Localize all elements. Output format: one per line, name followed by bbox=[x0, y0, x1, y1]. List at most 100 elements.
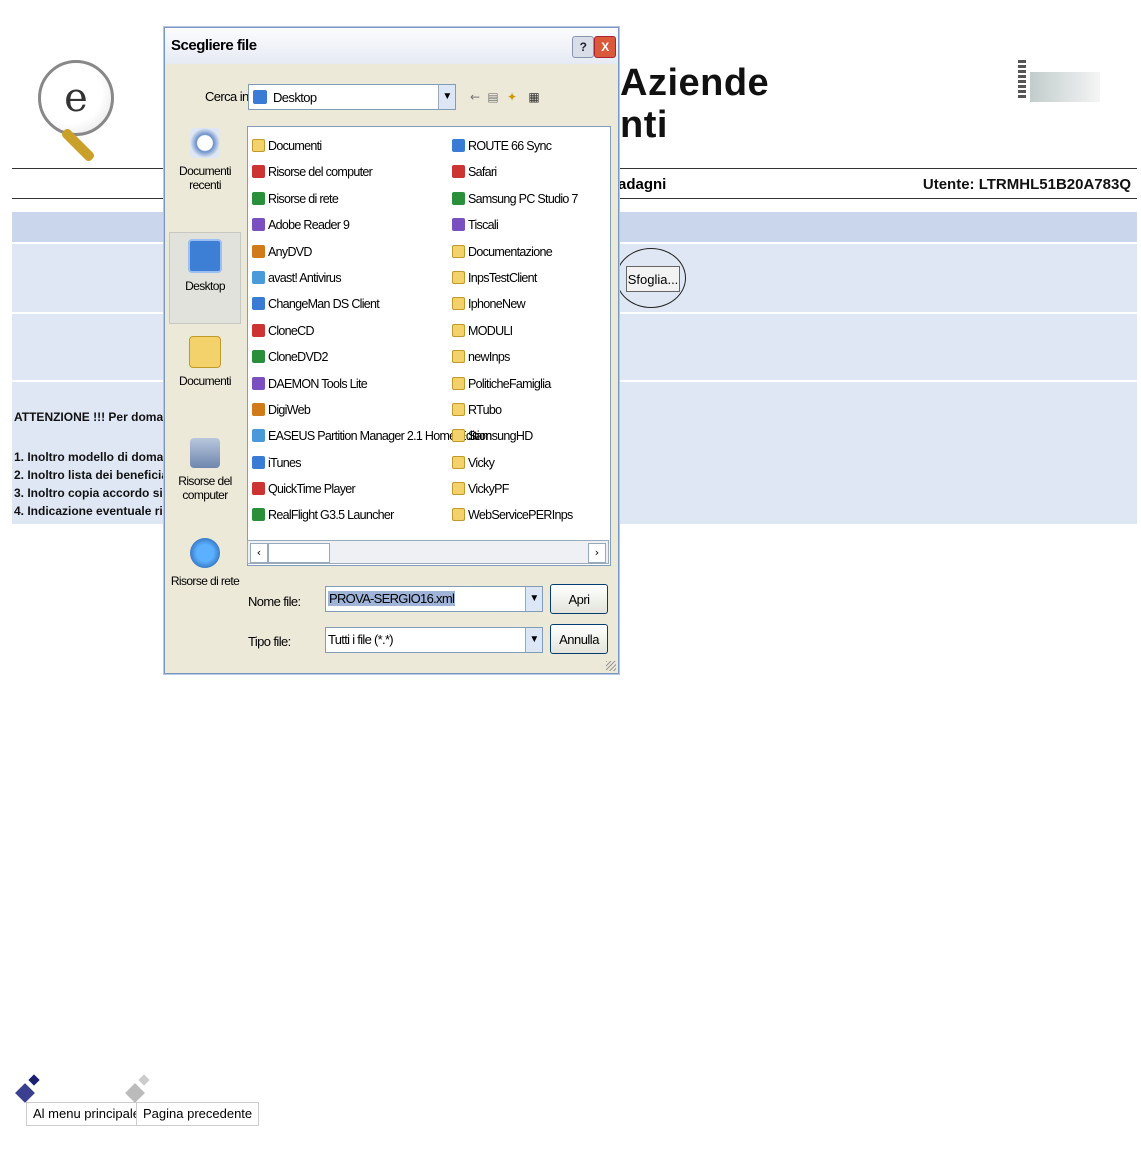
file-item[interactable]: Tiscali bbox=[452, 212, 602, 238]
file-item[interactable]: ROUTE 66 Sync bbox=[452, 133, 602, 159]
resize-grip-icon[interactable] bbox=[606, 661, 616, 671]
application-icon bbox=[252, 508, 265, 522]
file-item-label: InpsTestClient bbox=[468, 270, 537, 285]
documents-folder-icon bbox=[189, 336, 221, 368]
file-item[interactable]: CloneCD bbox=[252, 318, 452, 344]
place-network[interactable]: Risorse di rete bbox=[169, 538, 241, 588]
file-item-label: RTubo bbox=[468, 402, 502, 417]
file-item[interactable]: Samsung PC Studio 7 bbox=[452, 186, 602, 212]
file-item-label: Vicky bbox=[468, 455, 495, 470]
folder-icon bbox=[452, 402, 465, 416]
file-item-label: ROUTE 66 Sync bbox=[468, 139, 552, 153]
file-item[interactable]: avast! Antivirus bbox=[252, 265, 452, 291]
file-item-label: DAEMON Tools Lite bbox=[268, 376, 368, 391]
file-item-label: IphoneNew bbox=[468, 297, 526, 312]
file-item[interactable]: CloneDVD2 bbox=[252, 344, 452, 370]
file-item[interactable]: InpsTestClient bbox=[452, 265, 602, 291]
chevron-down-icon[interactable]: ▼ bbox=[525, 587, 542, 611]
scroll-left-icon[interactable]: ‹ bbox=[250, 543, 268, 563]
file-item-label: iTunes bbox=[268, 455, 302, 470]
close-button[interactable]: X bbox=[594, 36, 616, 58]
file-name-field[interactable]: PROVA-SERGIO16.xml ▼ bbox=[325, 586, 543, 612]
file-type-label: Tipo file: bbox=[248, 634, 291, 649]
page-title: Aziende nti bbox=[620, 62, 769, 146]
file-list: Documenti Risorse del computer Risorse di … bbox=[247, 126, 611, 566]
place-my-computer[interactable]: Risorse del computer bbox=[169, 438, 241, 502]
folder-icon bbox=[452, 429, 465, 443]
file-item[interactable]: Vicky bbox=[452, 450, 602, 476]
cancel-button[interactable]: Annulla bbox=[550, 624, 608, 654]
application-icon bbox=[252, 376, 265, 390]
file-item[interactable]: ChangeMan DS Client bbox=[252, 291, 452, 317]
desktop-icon bbox=[253, 90, 267, 104]
file-item[interactable]: AnyDVD bbox=[252, 239, 452, 265]
up-folder-icon[interactable]: ▤ bbox=[486, 90, 500, 104]
file-item[interactable]: EASEUS Partition Manager 2.1 Home Editio… bbox=[252, 423, 492, 449]
file-item[interactable]: Documentazione bbox=[452, 239, 602, 265]
file-item[interactable]: DigiWeb bbox=[252, 397, 452, 423]
application-icon bbox=[452, 165, 465, 179]
new-folder-icon[interactable]: ✦ bbox=[505, 90, 519, 104]
file-item-label: Documentazione bbox=[468, 244, 553, 259]
main-menu-button[interactable]: Al menu principale bbox=[14, 1072, 147, 1134]
file-item[interactable]: SamsungHD bbox=[452, 423, 602, 449]
file-list-column-2: ROUTE 66 Sync Safari Samsung PC Studio 7 Ti… bbox=[452, 133, 602, 529]
previous-page-button[interactable]: Pagina precedente bbox=[124, 1072, 260, 1134]
inps-logo-icon bbox=[1018, 60, 1026, 100]
place-recent-documents[interactable]: Documenti recenti bbox=[169, 128, 241, 192]
network-globe-icon bbox=[190, 538, 220, 568]
scroll-thumb[interactable] bbox=[268, 543, 330, 563]
scroll-right-icon[interactable]: › bbox=[588, 543, 606, 563]
folder-icon bbox=[452, 244, 465, 258]
file-item[interactable]: VickyPF bbox=[452, 476, 602, 502]
file-item[interactable]: QuickTime Player bbox=[252, 476, 452, 502]
file-item[interactable]: RTubo bbox=[452, 397, 602, 423]
highlight-circle bbox=[616, 248, 686, 308]
folder-icon bbox=[452, 508, 465, 522]
dialog-title-bar[interactable]: Scegliere file ? X bbox=[165, 28, 618, 64]
logo-fade bbox=[1030, 72, 1100, 102]
menu-item-fragment[interactable]: adagni bbox=[618, 176, 666, 193]
diamond-icon bbox=[14, 1072, 46, 1104]
file-chooser-dialog: Scegliere file ? X Cerca in: Desktop ▼ ←… bbox=[164, 27, 619, 674]
file-item[interactable]: Safari bbox=[452, 159, 602, 185]
file-item[interactable]: IphoneNew bbox=[452, 291, 602, 317]
place-desktop[interactable]: Desktop bbox=[169, 232, 241, 324]
file-item-label: MODULI bbox=[468, 323, 513, 338]
application-icon bbox=[252, 218, 265, 232]
file-type-value: Tutti i file (*.*) bbox=[328, 632, 394, 647]
file-item[interactable]: MODULI bbox=[452, 318, 602, 344]
file-name-label: Nome file: bbox=[248, 594, 301, 609]
file-item[interactable]: Risorse del computer bbox=[252, 159, 452, 185]
diamond-icon bbox=[124, 1072, 156, 1104]
view-menu-icon[interactable]: ▦ bbox=[527, 90, 541, 104]
place-label: Documenti bbox=[179, 374, 232, 388]
file-item[interactable]: newInps bbox=[452, 344, 602, 370]
file-item[interactable]: Documenti bbox=[252, 133, 452, 159]
previous-page-label[interactable]: Pagina precedente bbox=[136, 1102, 260, 1126]
application-icon bbox=[252, 402, 265, 416]
file-item[interactable]: RealFlight G3.5 Launcher bbox=[252, 502, 452, 528]
chevron-down-icon[interactable]: ▼ bbox=[438, 85, 455, 109]
place-documents[interactable]: Documenti bbox=[169, 336, 241, 388]
file-item[interactable]: iTunes bbox=[252, 450, 452, 476]
file-item[interactable]: PoliticheFamiglia bbox=[452, 371, 602, 397]
file-item-label: Samsung PC Studio 7 bbox=[468, 191, 578, 206]
open-button[interactable]: Apri bbox=[550, 584, 608, 614]
back-icon[interactable]: ← bbox=[468, 90, 482, 104]
look-in-select[interactable]: Desktop ▼ bbox=[248, 84, 456, 110]
chevron-down-icon[interactable]: ▼ bbox=[525, 628, 542, 652]
file-item-label: Tiscali bbox=[468, 218, 499, 233]
places-bar: Documenti recenti Desktop Documenti Riso… bbox=[169, 128, 241, 608]
application-icon bbox=[252, 429, 265, 443]
computer-icon bbox=[190, 438, 220, 468]
folder-icon bbox=[252, 139, 265, 152]
horizontal-scrollbar[interactable]: ‹ › bbox=[247, 540, 609, 564]
help-button[interactable]: ? bbox=[572, 36, 594, 58]
file-item-label: SamsungHD bbox=[468, 429, 533, 444]
file-item[interactable]: Risorse di rete bbox=[252, 186, 452, 212]
file-item[interactable]: WebServicePERInps bbox=[452, 502, 602, 528]
file-item[interactable]: Adobe Reader 9 bbox=[252, 212, 452, 238]
file-type-select[interactable]: Tutti i file (*.*) ▼ bbox=[325, 627, 543, 653]
file-item[interactable]: DAEMON Tools Lite bbox=[252, 371, 452, 397]
